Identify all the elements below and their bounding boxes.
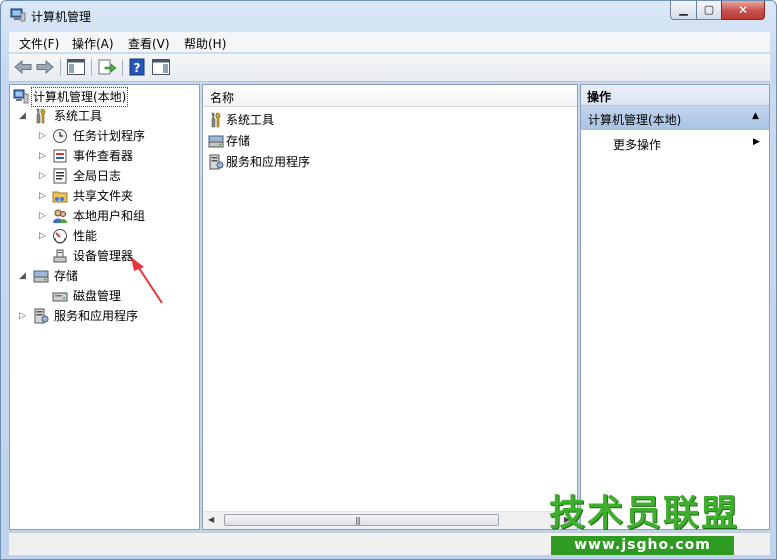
show-hide-console-tree-icon[interactable]: [66, 58, 86, 76]
tree-item-device-manager[interactable]: 设备管理器: [10, 247, 196, 265]
menu-help[interactable]: 帮助(H): [184, 35, 226, 52]
storage-icon: [208, 135, 224, 148]
collapse-icon[interactable]: ◢: [19, 107, 26, 125]
storage-icon: [33, 270, 49, 283]
tree-item-global-log[interactable]: ▷ 全局日志: [10, 167, 196, 185]
tree-label: 服务和应用程序: [54, 309, 139, 323]
tools-icon: [211, 112, 221, 128]
toolbar-separator: [60, 59, 61, 76]
collapse-up-icon[interactable]: ▲: [752, 111, 759, 121]
users-icon: [53, 209, 67, 223]
menu-bar: 文件(F) 操作(A) 查看(V) 帮助(H): [9, 32, 770, 52]
actions-header: 操作: [581, 85, 769, 106]
tree-label: 存储: [54, 269, 79, 283]
collapse-icon[interactable]: ◢: [19, 267, 26, 285]
expand-icon[interactable]: ▷: [39, 187, 46, 205]
tree-label: 磁盘管理: [73, 289, 122, 303]
tree-label: 计算机管理(本地): [31, 87, 129, 107]
tree-label: 设备管理器: [73, 249, 134, 263]
content-list-pane: 名称 系统工具 存储 服务和应用程序 ◀ ||| ▶: [202, 84, 578, 530]
disk-icon: [52, 292, 68, 302]
tree-item-local-users[interactable]: ▷ 本地用户和组: [10, 207, 196, 225]
app-window: 计算机管理 ▁ ▢ ✕ 文件(F) 操作(A) 查看(V) 帮助(H) ? 计算…: [0, 0, 777, 560]
expand-icon[interactable]: ▷: [39, 227, 46, 245]
tree-item-storage[interactable]: ◢ 存储: [10, 267, 196, 285]
actions-group-computer-management[interactable]: 计算机管理(本地) ▲: [581, 106, 769, 130]
expand-icon[interactable]: ▷: [39, 207, 46, 225]
toolbar: ?: [9, 54, 770, 82]
actions-group-label: 计算机管理(本地): [588, 113, 682, 127]
list-item-label: 系统工具: [226, 113, 275, 127]
tree-item-shared-folders[interactable]: ▷ 共享文件夹: [10, 187, 196, 205]
console-tree-pane: 计算机管理(本地) ◢ 系统工具 ▷ 任务计划程序 ▷ 事件查看器 ▷ 全局日志…: [9, 84, 200, 530]
close-icon: ✕: [737, 3, 749, 17]
toolbar-separator: [91, 59, 92, 76]
tree-item-disk-management[interactable]: 磁盘管理: [10, 287, 196, 305]
window-title: 计算机管理: [31, 10, 92, 24]
column-header-name[interactable]: 名称: [203, 85, 577, 107]
actions-pane: 操作 计算机管理(本地) ▲ 更多操作 ▶: [580, 84, 770, 530]
watermark-logo: 技术员联盟: [549, 493, 740, 534]
tree-label: 全局日志: [73, 169, 122, 183]
log-icon: [53, 168, 67, 184]
watermark-url: www.jsgho.com: [551, 536, 734, 555]
svg-text:?: ?: [134, 61, 141, 75]
maximize-button[interactable]: ▢: [696, 1, 722, 20]
computer-management-icon: [13, 89, 29, 104]
tree-item-performance[interactable]: ▷ 性能: [10, 227, 196, 245]
tree-label: 系统工具: [54, 109, 103, 123]
expand-icon[interactable]: ▷: [39, 167, 46, 185]
maximize-icon: ▢: [703, 3, 715, 16]
tree-item-services-apps[interactable]: ▷ 服务和应用程序: [10, 307, 196, 325]
annotation-arrow-icon: [131, 257, 163, 304]
list-item-services-apps[interactable]: 服务和应用程序: [208, 153, 408, 171]
menu-action[interactable]: 操作(A): [72, 35, 114, 52]
minimize-icon: ▁: [679, 3, 688, 16]
toolbar-separator: [122, 59, 123, 76]
list-item-label: 存储: [226, 134, 251, 148]
tools-icon: [36, 108, 46, 124]
tree-label: 事件查看器: [73, 149, 134, 163]
computer-management-icon: [10, 8, 26, 22]
device-manager-icon: [53, 249, 67, 263]
list-item-system-tools[interactable]: 系统工具: [208, 111, 408, 129]
expand-icon[interactable]: ▷: [39, 127, 46, 145]
tree-label: 任务计划程序: [73, 129, 146, 143]
tree-item-root[interactable]: 计算机管理(本地): [12, 87, 198, 107]
close-button[interactable]: ✕: [721, 1, 765, 20]
expand-icon[interactable]: ▷: [39, 147, 46, 165]
services-icon: [34, 308, 49, 324]
minimize-button[interactable]: ▁: [670, 1, 697, 20]
more-actions-link[interactable]: 更多操作: [613, 136, 661, 153]
export-list-icon[interactable]: [97, 58, 117, 76]
help-icon[interactable]: ?: [128, 58, 148, 76]
scrollbar-thumb[interactable]: |||: [224, 514, 499, 526]
submenu-arrow-icon: ▶: [753, 137, 760, 147]
shared-folder-icon: [52, 191, 68, 203]
menu-file[interactable]: 文件(F): [19, 35, 59, 52]
tree-item-system-tools[interactable]: ◢ 系统工具: [10, 107, 196, 125]
tree-label: 性能: [73, 229, 98, 243]
show-hide-action-pane-icon[interactable]: [151, 58, 171, 76]
list-item-storage[interactable]: 存储: [208, 132, 408, 150]
grip-icon: |||: [355, 516, 361, 525]
expand-icon[interactable]: ▷: [19, 307, 26, 325]
services-icon: [209, 154, 224, 170]
tree-label: 共享文件夹: [73, 189, 134, 203]
horizontal-scrollbar[interactable]: ◀ ||| ▶: [203, 511, 577, 529]
forward-icon[interactable]: [35, 58, 55, 76]
scroll-left-icon[interactable]: ◀: [208, 515, 214, 524]
tree-label: 本地用户和组: [73, 209, 146, 223]
column-header-label: 名称: [210, 91, 235, 105]
back-icon[interactable]: [13, 58, 33, 76]
title-bar[interactable]: 计算机管理 ▁ ▢ ✕: [1, 1, 776, 29]
menu-view[interactable]: 查看(V): [128, 35, 170, 52]
list-item-label: 服务和应用程序: [226, 155, 311, 169]
clock-icon: [53, 129, 67, 143]
actions-header-label: 操作: [587, 90, 612, 104]
event-viewer-icon: [53, 149, 67, 163]
performance-icon: [53, 229, 67, 244]
tree-item-task-scheduler[interactable]: ▷ 任务计划程序: [10, 127, 196, 145]
tree-item-event-viewer[interactable]: ▷ 事件查看器: [10, 147, 196, 165]
